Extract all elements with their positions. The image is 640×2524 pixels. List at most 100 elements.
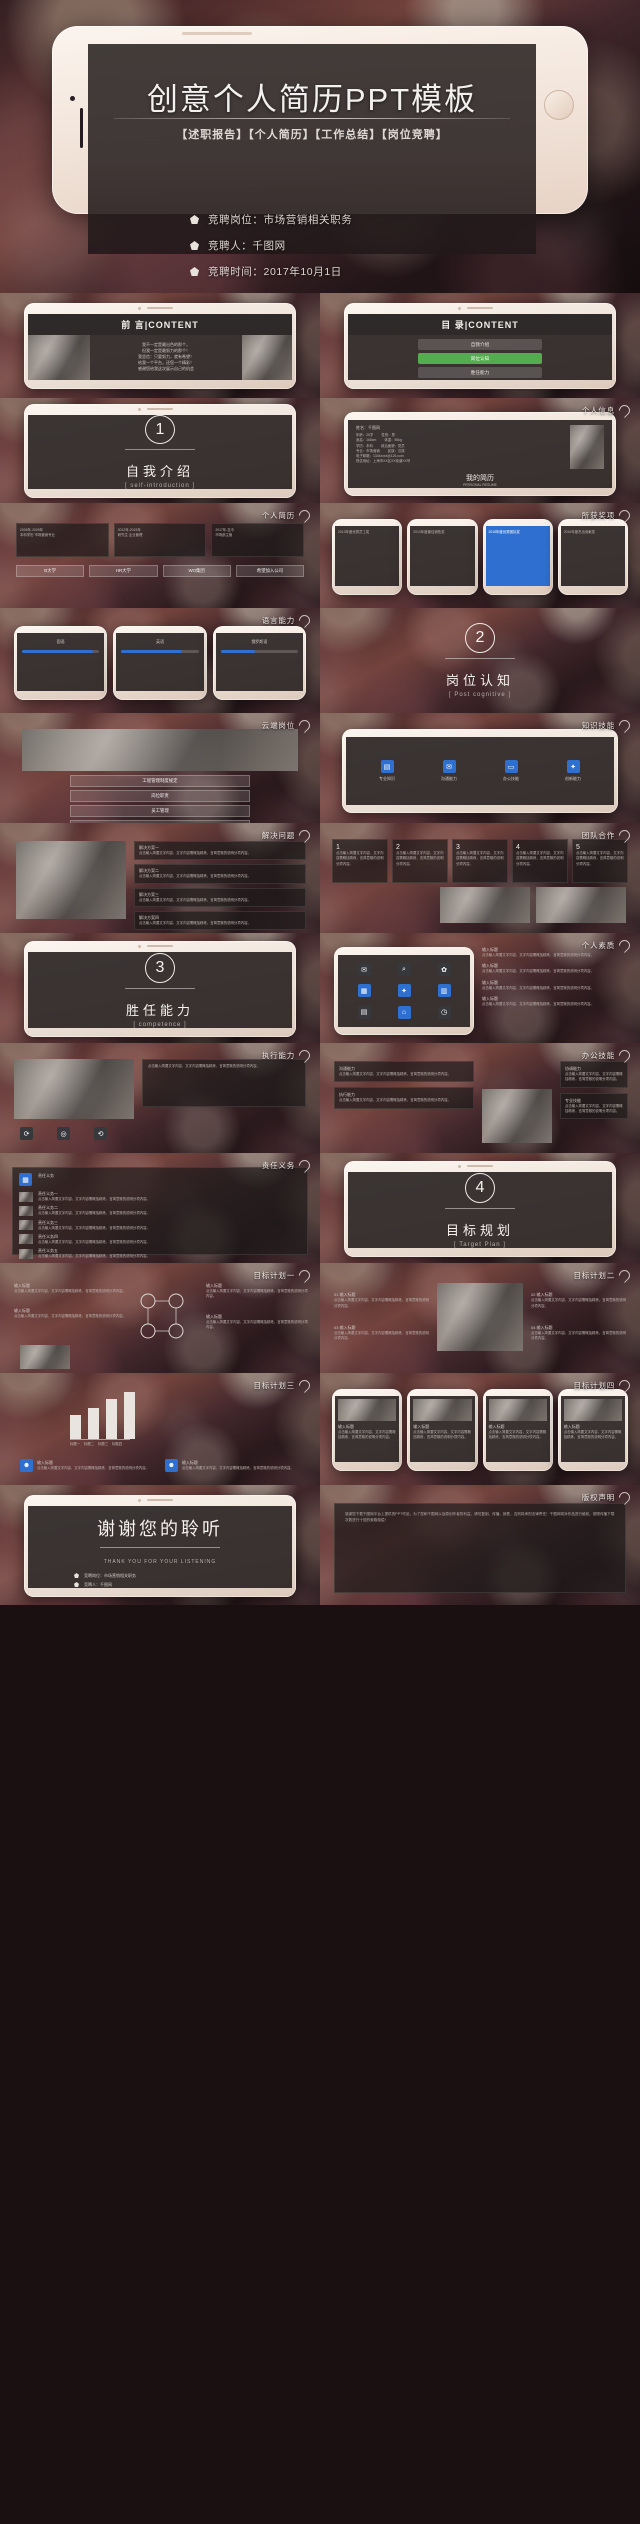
team-number: 1 [336, 844, 340, 851]
knowledge-item[interactable]: ✦ 创新能力 [565, 760, 581, 782]
exec-card[interactable]: 点击输入简要文字内容，文字内容需概括精炼，言简意赅的说明分项内容。 [142, 1059, 306, 1107]
duty-bar[interactable]: 工程管理制度规定 [70, 775, 250, 787]
slide-foreword[interactable]: 前 言|CONTENT 我不一定是最出色的那个， 但我一定是最努力的那个！ 我坚… [0, 293, 320, 398]
slide-copyright[interactable]: 版权声明 感谢您下载千图网平台上提供的PPT作品，为了您和千图网以及原创作者的利… [320, 1485, 640, 1605]
copyright-body: 感谢您下载千图网平台上提供的PPT作品，为了您和千图网以及原创作者的利益，请勿复… [345, 1512, 615, 1522]
gear-icon[interactable]: ✿ [437, 963, 451, 977]
solution-card[interactable]: 解决方案二 点击输入简要文字内容，文字内容需概括精炼，言简意赅的说明分项内容。 [134, 864, 306, 884]
office-card[interactable]: 执行能力 点击输入简要文字内容，文字内容需概括精炼，言简意赅的说明分项内容。 [334, 1087, 474, 1109]
slide-thanks[interactable]: 谢谢您的聆听 THANK YOU FOR YOUR LISTENING 竞聘岗位… [0, 1485, 320, 1605]
plan-node[interactable]: 输入标题 点击输入简要文字内容，文字内容需概括精炼，言简意赅的说明分项内容。 [206, 1283, 308, 1300]
bullet-pentagon-icon [190, 241, 199, 250]
plan-node[interactable]: 输入标题 点击输入简要文字内容，文字内容需概括精炼，言简意赅的说明分项内容。 [14, 1308, 134, 1319]
knowledge-item[interactable]: ▭ 办公技能 [503, 760, 519, 782]
office-card[interactable]: 专业技能 点击输入简要文字内容，文字内容需概括精炼，言简意赅的说明分项内容。 [560, 1092, 628, 1120]
plan-node[interactable]: 03 输入标题 点击输入简要文字内容，文字内容需概括精炼，言简意赅的说明分项内容… [334, 1325, 429, 1342]
list-item[interactable]: 责任义务五 点击输入简要文字内容，文字内容需概括精炼，言简意赅的说明分项内容。 [19, 1248, 301, 1259]
bar-icon[interactable]: ▥ [437, 984, 451, 998]
clock-icon[interactable]: ◷ [437, 1005, 451, 1019]
slide-personal-adv[interactable]: 个人素质 ✉ ⌕ ✿ ▦ ✦ ▥ ▤ ⌂ ◷ 输入标题 点击输入简要文字内容，文… [320, 933, 640, 1043]
office-body: 点击输入简要文字内容，文字内容需概括精炼，言简意赅的说明分项内容。 [565, 1072, 623, 1082]
list-item[interactable]: 责任义务二 点击输入简要文字内容，文字内容需概括精炼，言简意赅的说明分项内容。 [19, 1205, 301, 1216]
chart-icon[interactable]: ▦ [357, 984, 371, 998]
contents-item[interactable]: 岗位认知 [418, 353, 542, 364]
list-item[interactable]: 责任义务四 点击输入简要文字内容，文字内容需概括精炼，言简意赅的说明分项内容。 [19, 1234, 301, 1245]
edu-card[interactable]: 2005年-2009年 本科学历 市场营销专业 [16, 523, 109, 557]
solution-card[interactable]: 解决方案四 点击输入简要文字内容，文字内容需概括精炼，言简意赅的说明分项内容。 [134, 910, 306, 931]
swirl-icon [616, 717, 633, 734]
office-card[interactable]: 协调能力 点击输入简要文字内容，文字内容需概括精炼，言简意赅的说明分项内容。 [560, 1061, 628, 1088]
page-title: 创意个人简历PPT模板 [146, 82, 478, 117]
contents-item[interactable]: 自我介绍 [418, 339, 542, 350]
team-card[interactable]: 2 点击输入简要文字内容，文字内容需概括精炼，言简意赅的说明分项内容。 [392, 839, 448, 883]
plan-node[interactable]: 输入标题 点击输入简要文字内容，文字内容需概括精炼，言简意赅的说明分项内容。 [206, 1314, 308, 1331]
slide-section-2[interactable]: 2 岗位认知 [ Post cognitive ] [320, 608, 640, 713]
slide-education[interactable]: 个人简历 2005年-2009年 本科学历 市场营销专业 2012年-2015年… [0, 503, 320, 608]
slide-section-4[interactable]: 4 目标规划 [ Target Plan ] [320, 1153, 640, 1263]
chat-icon[interactable]: ✉ [357, 963, 371, 977]
plan-node[interactable]: 01 输入标题 点击输入简要文字内容，文字内容需概括精炼，言简意赅的说明分项内容… [334, 1292, 429, 1309]
swirl-icon [296, 507, 313, 524]
slide-plan-two[interactable]: 目标计划二 01 输入标题 点击输入简要文字内容，文字内容需概括精炼，言简意赅的… [320, 1263, 640, 1373]
search-icon[interactable]: ⌕ [397, 963, 411, 977]
adv-item[interactable]: 输入标题 点击输入简要文字内容，文字内容需概括精炼，言简意赅的说明分项内容。 [482, 963, 628, 974]
book-icon[interactable]: ▤ [357, 1005, 371, 1019]
target-icon[interactable]: ◎ [57, 1127, 70, 1140]
knowledge-item[interactable]: ✉ 沟通能力 [441, 760, 457, 782]
duty-bar[interactable]: 员工管理 [70, 805, 250, 817]
slide-teamwork[interactable]: 团队合作 1 点击输入简要文字内容，文字内容需概括精炼，言简意赅的说明分项内容。… [320, 823, 640, 933]
profile-field: 现住地址：上海市XX区XX街道XX号 [356, 459, 411, 464]
adv-item[interactable]: 输入标题 点击输入简要文字内容，文字内容需概括精炼，言简意赅的说明分项内容。 [482, 996, 628, 1007]
slide-plan-three[interactable]: 目标计划三 标题一 标题二 标题三 标题四 ☻ 输入标题 点击输入简要文字内容，… [0, 1373, 320, 1485]
plan-node[interactable]: 输入标题 点击输入简要文字内容，文字内容需概括精炼，言简意赅的说明分项内容。 [14, 1283, 134, 1294]
team-card[interactable]: 1 点击输入简要文字内容，文字内容需概括精炼，言简意赅的说明分项内容。 [332, 839, 388, 883]
team-card[interactable]: 5 点击输入简要文字内容，文字内容需概括精炼，言简意赅的说明分项内容。 [572, 839, 628, 883]
list-item[interactable]: 责任义务一 点击输入简要文字内容，文字内容需概括精炼，言简意赅的说明分项内容。 [19, 1191, 301, 1202]
thanks-note: 竞聘人：千图网 [84, 1581, 112, 1587]
team-card[interactable]: 3 点击输入简要文字内容，文字内容需概括精炼，言简意赅的说明分项内容。 [452, 839, 508, 883]
plan-node[interactable]: ☻ 输入标题 点击输入简要文字内容，文字内容需概括精炼，言简意赅的说明分项内容。 [20, 1459, 149, 1472]
home-icon[interactable]: ⌂ [397, 1005, 411, 1019]
award-text: 2015年度优秀团队奖 [488, 530, 520, 534]
slide-contents[interactable]: 目 录|CONTENT 自我介绍 岗位认知 胜任能力 目标规划 [320, 293, 640, 398]
apple-icon[interactable]: ✦ [397, 984, 411, 998]
office-card[interactable]: 沟通能力 点击输入简要文字内容，文字内容需概括精炼，言简意赅的说明分项内容。 [334, 1061, 474, 1083]
solution-card[interactable]: 解决方案一 点击输入简要文字内容，文字内容需概括精炼，言简意赅的说明分项内容。 [134, 841, 306, 861]
slide-job-duty[interactable]: 云端岗位 工程管理制度规定 岗位职责 员工管理 数据分析 客户维护 [0, 713, 320, 823]
sync-icon[interactable]: ⟲ [94, 1127, 107, 1140]
slide-problem[interactable]: 解决问题 解决方案一 点击输入简要文字内容，文字内容需概括精炼，言简意赅的说明分… [0, 823, 320, 933]
slide-plan-four[interactable]: 目标计划四 输入标题 点击输入简要文字内容，文字内容需概括精炼，言简意赅的说明分… [320, 1373, 640, 1485]
plan-node[interactable]: ☻ 输入标题 点击输入简要文字内容，文字内容需概括精炼，言简意赅的说明分项内容。 [164, 1459, 294, 1472]
team-number: 5 [576, 844, 580, 851]
adv-item[interactable]: 输入标题 点击输入简要文字内容，文字内容需概括精炼，言简意赅的说明分项内容。 [482, 980, 628, 991]
plan-node[interactable]: 04 输入标题 点击输入简要文字内容，文字内容需概括精炼，言简意赅的说明分项内容… [531, 1325, 626, 1342]
slide-row: 执行能力 点击输入简要文字内容，文字内容需概括精炼，言简意赅的说明分项内容。 ⟳… [0, 1043, 640, 1153]
slide-responsibility[interactable]: 责任义务 ▦ 责任义务 责任义务一 点击输入简要文字内容，文字内容需概括精炼，言简… [0, 1153, 320, 1263]
refresh-icon[interactable]: ⟳ [20, 1127, 33, 1140]
list-item[interactable]: 责任义务三 点击输入简要文字内容，文字内容需概括精炼，言简意赅的说明分项内容。 [19, 1220, 301, 1231]
slide-awards[interactable]: 所获奖项 2013年度优秀员工奖 2014年度最佳销售奖 2015年度优秀团队奖 [320, 503, 640, 608]
team-card[interactable]: 4 点击输入简要文字内容，文字内容需概括精炼，言简意赅的说明分项内容。 [512, 839, 568, 883]
plan-node[interactable]: 02 输入标题 点击输入简要文字内容，文字内容需概括精炼，言简意赅的说明分项内容… [531, 1292, 626, 1309]
knowledge-item[interactable]: ▤ 专业知识 [379, 760, 395, 782]
slide-personal-info[interactable]: 个人信息 姓名：千图网 年龄：25岁 性别：男 身高：168cm 体重：55kg 学… [320, 398, 640, 503]
slide-exec-ability[interactable]: 执行能力 点击输入简要文字内容，文字内容需概括精炼，言简意赅的说明分项内容。 ⟳… [0, 1043, 320, 1153]
slide-plan-one[interactable]: 目标计划一 输入标题 点击输入简要文字内容，文字内容需概括精炼，言简意赅的说明分… [0, 1263, 320, 1373]
slide-language[interactable]: 语言能力 国语 英语 俄罗斯语 [0, 608, 320, 713]
plan-body: 点击输入简要文字内容，文字内容需概括精炼，言简意赅的说明分项内容。 [334, 1331, 429, 1341]
swirl-icon [616, 1377, 633, 1394]
duty-bar[interactable]: 岗位职责 [70, 790, 250, 802]
solution-card[interactable]: 解决方案三 点击输入简要文字内容，文字内容需概括精炼，言简意赅的说明分项内容。 [134, 887, 306, 907]
section-label-text: 云端岗位 [261, 721, 295, 730]
edu-card[interactable]: 2012年-2015年 研究生 企业管理 [113, 523, 207, 557]
slide-office-skill[interactable]: 办公技能 沟通能力 点击输入简要文字内容，文字内容需概括精炼，言简意赅的说明分项… [320, 1043, 640, 1153]
slide-knowledge[interactable]: 知识技能 ▤ 专业知识 ✉ 沟通能力 ▭ 办公技能 ✦ 创新能力 [320, 713, 640, 823]
edu-chip[interactable]: B大学 [16, 565, 85, 577]
edu-chip[interactable]: WO集团 [162, 565, 231, 577]
slide-section-3[interactable]: 3 胜任能力 [ competence ] [0, 933, 320, 1043]
contents-item[interactable]: 胜任能力 [418, 367, 542, 378]
slide-section-1[interactable]: 1 自我介绍 [ self-introduction ] [0, 398, 320, 503]
edu-card[interactable]: 2017年-至今 市场部主管 [211, 523, 305, 557]
edu-chip[interactable]: 希望加入公司 [235, 565, 304, 577]
edu-chip[interactable]: HR大学 [89, 565, 158, 577]
